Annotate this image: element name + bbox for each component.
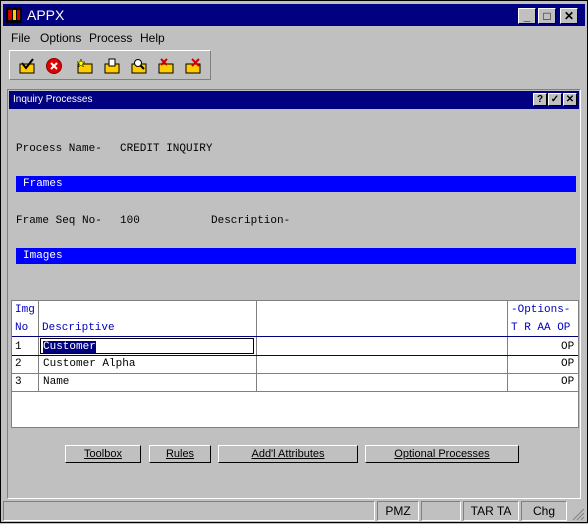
status-tar: TAR TA xyxy=(463,501,519,521)
row-number: 3 xyxy=(15,376,22,388)
frame-seq-value: 100 xyxy=(120,215,140,227)
grid-row-separator xyxy=(12,355,578,356)
header-img: Img xyxy=(15,304,35,316)
folder-edit-icon[interactable] xyxy=(103,57,121,75)
grid-header-separator xyxy=(12,336,578,337)
appx-window: APPX _ □ ✕ File Options Process Help Inq… xyxy=(0,0,588,523)
menu-help[interactable]: Help xyxy=(140,31,165,45)
images-band-label: Images xyxy=(23,250,63,262)
header-options-title: -Options- xyxy=(511,304,571,316)
close-button[interactable]: ✕ xyxy=(560,8,578,24)
frames-band-label: Frames xyxy=(23,178,63,190)
descriptive-input[interactable]: Customer xyxy=(40,338,254,354)
title-bar: APPX _ □ ✕ xyxy=(3,4,585,26)
grid-row-separator xyxy=(12,373,578,374)
header-descriptive: Descriptive xyxy=(42,322,115,334)
process-name-label: Process Name- xyxy=(16,143,102,155)
inner-close-button[interactable]: ✕ xyxy=(563,93,577,106)
folder-x-icon[interactable] xyxy=(184,57,202,75)
inquiry-processes-window: Inquiry Processes ? ✓ ✕ Process Name- CR… xyxy=(7,89,581,499)
window-title: APPX xyxy=(27,7,65,23)
rules-button[interactable]: Rules xyxy=(149,445,211,463)
folder-delete-icon[interactable] xyxy=(157,57,175,75)
cancel-icon[interactable] xyxy=(45,57,63,75)
descriptive-value: Customer xyxy=(43,341,96,353)
maximize-button[interactable]: □ xyxy=(538,8,556,24)
frame-seq-label: Frame Seq No- xyxy=(16,215,102,227)
check-folder-icon[interactable] xyxy=(18,57,36,75)
inner-title-bar: Inquiry Processes ? ✓ ✕ xyxy=(9,91,579,109)
help-button[interactable]: ? xyxy=(533,93,547,106)
images-band: Images xyxy=(16,248,576,264)
folder-star-icon[interactable] xyxy=(76,57,94,75)
menu-file[interactable]: File xyxy=(11,31,30,45)
images-grid: Img No Descriptive -Options- T R AA OP 1… xyxy=(11,300,579,428)
descriptive-value: Customer Alpha xyxy=(43,358,136,370)
appx-logo-icon xyxy=(6,7,22,23)
grid-row-separator xyxy=(12,391,578,392)
descriptive-value: Name xyxy=(43,376,70,388)
ok-button[interactable]: ✓ xyxy=(548,93,562,106)
resize-grip-icon[interactable] xyxy=(569,505,585,521)
folder-search-icon[interactable] xyxy=(130,57,148,75)
frame-description-label: Description- xyxy=(211,215,291,227)
toolbox-button[interactable]: Toolbox xyxy=(65,445,141,463)
row-number: 1 xyxy=(15,341,22,353)
process-name-value: CREDIT INQUIRY xyxy=(120,143,213,155)
row-options: OP xyxy=(561,376,575,388)
header-options-cols: T R AA OP xyxy=(511,322,571,334)
row-number: 2 xyxy=(15,358,22,370)
frames-band: Frames xyxy=(16,176,576,192)
minimize-button[interactable]: _ xyxy=(518,8,536,24)
row-options: OP xyxy=(561,341,575,353)
menu-process[interactable]: Process xyxy=(89,31,132,45)
grid-divider xyxy=(256,301,257,391)
status-chg: Chg xyxy=(521,501,567,521)
inner-window-title: Inquiry Processes xyxy=(13,94,93,105)
menu-bar: File Options Process Help xyxy=(3,28,585,48)
row-options: OP xyxy=(561,358,575,370)
grid-divider xyxy=(38,301,39,391)
menu-options[interactable]: Options xyxy=(40,31,81,45)
status-message xyxy=(3,501,375,521)
header-no: No xyxy=(15,322,29,334)
addl-attributes-button[interactable]: Add'l Attributes xyxy=(218,445,358,463)
grid-divider xyxy=(507,301,508,391)
toolbar xyxy=(9,50,211,80)
optional-processes-button[interactable]: Optional Processes xyxy=(365,445,519,463)
status-blank xyxy=(421,501,461,521)
status-pmz: PMZ xyxy=(377,501,419,521)
